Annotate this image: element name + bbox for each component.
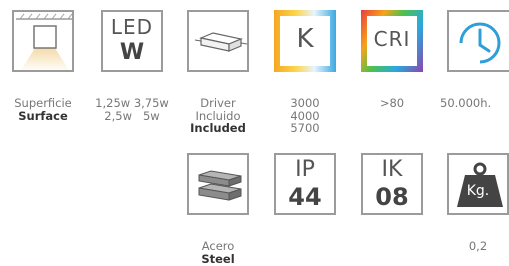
temperature-value-1: 3000 <box>290 96 320 110</box>
driver-caption: Driver Incluido Included <box>173 97 263 135</box>
ik-label: IK <box>381 157 403 182</box>
surface-caption: Superficie Surface <box>0 97 88 122</box>
power-value-3: 2,5w <box>104 108 132 123</box>
ik-value: 08 <box>375 183 409 211</box>
led-label: LED <box>110 15 154 39</box>
watt-label: W <box>119 40 145 65</box>
driver-icon <box>194 32 247 52</box>
lifetime-value: 50.000h. <box>440 96 492 110</box>
surface-mount-box <box>12 10 74 72</box>
material-caption: Acero Steel <box>173 240 263 265</box>
weight-value: 0,2 <box>468 239 488 253</box>
weight-symbol: Kg. <box>466 183 490 199</box>
temperature-caption: 3000 4000 5700 <box>260 97 350 135</box>
steel-material-box <box>187 153 249 215</box>
surface-mount-icon <box>16 13 72 70</box>
lifetime-box <box>447 10 509 72</box>
power-value-4: 5w <box>142 108 160 123</box>
driver-included-en: Included <box>190 121 246 135</box>
color-temperature-box: K <box>274 10 336 72</box>
led-power-caption: 1,25w 3,75w 2,5w 5w <box>86 97 178 122</box>
led-power-box: LED W <box>101 10 163 72</box>
surface-label-en: Surface <box>18 108 68 123</box>
material-label-en: Steel <box>201 251 235 266</box>
ip-value: 44 <box>288 183 322 211</box>
driver-box <box>187 10 249 72</box>
ip-rating-box: IP 44 <box>274 153 336 215</box>
cri-symbol: CRI <box>373 27 411 51</box>
clock-icon <box>459 22 501 64</box>
cri-value: >80 <box>379 96 405 110</box>
cri-box: CRI <box>361 10 423 72</box>
kelvin-symbol: K <box>296 24 314 54</box>
steel-bars-icon <box>198 170 242 201</box>
weight-box: Kg. <box>447 153 509 215</box>
temperature-value-3: 5700 <box>290 121 320 135</box>
driver-label: Driver <box>200 96 236 110</box>
ik-rating-box: IK 08 <box>361 153 423 215</box>
ip-label: IP <box>295 157 315 182</box>
